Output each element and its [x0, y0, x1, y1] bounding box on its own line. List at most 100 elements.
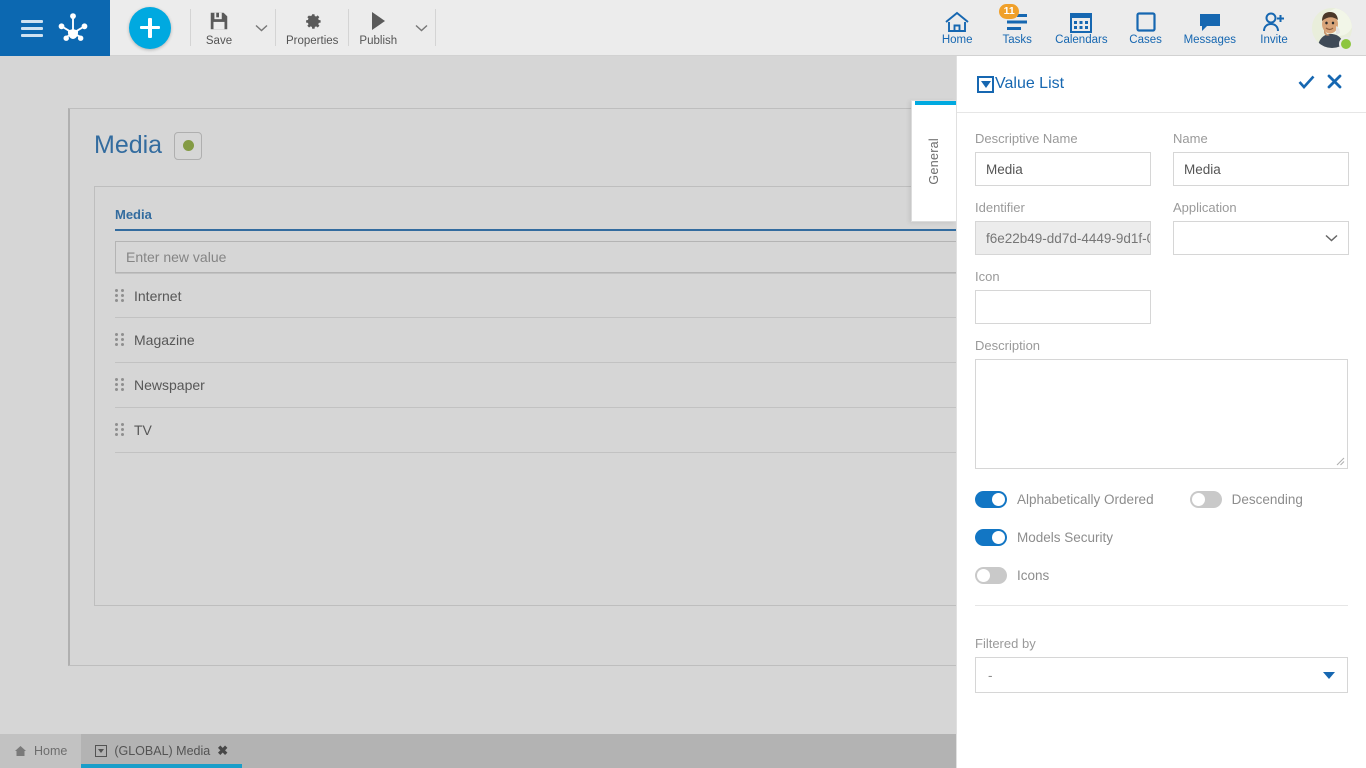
avatar[interactable] [1304, 0, 1360, 56]
taskbar-tab-media[interactable]: (GLOBAL) Media ✖ [81, 734, 243, 768]
publish-button[interactable]: Publish [349, 0, 407, 56]
alphabetically-ordered-label: Alphabetically Ordered [1017, 492, 1154, 507]
icon-input[interactable] [975, 290, 1151, 324]
toggle-alphabetically-ordered[interactable]: Alphabetically Ordered [975, 491, 1154, 508]
gear-icon [301, 9, 323, 33]
identifier-label: Identifier [975, 200, 1025, 215]
list-item-label: Newspaper [134, 377, 205, 393]
confirm-button[interactable] [1292, 70, 1321, 99]
play-triangle-icon [368, 9, 388, 33]
nav-label-cases: Cases [1129, 34, 1162, 46]
descending-switch[interactable] [1189, 491, 1222, 508]
alphabetically-ordered-switch[interactable] [975, 491, 1007, 508]
descriptive-name-group: Descriptive Name Media [975, 131, 1151, 186]
tab-general[interactable]: General [911, 100, 956, 222]
name-input[interactable]: Media [1173, 152, 1349, 186]
name-group: Name Media [1173, 131, 1349, 186]
house-icon [944, 9, 970, 33]
close-button[interactable] [1321, 70, 1348, 98]
models-security-switch[interactable] [975, 529, 1007, 546]
toggle-icons[interactable]: Icons [975, 567, 1049, 584]
taskbar-empty-area [242, 734, 956, 768]
save-button[interactable]: Save [191, 0, 247, 56]
toggle-row-1: Alphabetically Ordered Descending [975, 491, 1348, 508]
green-dot-chip[interactable] [174, 131, 203, 160]
nav-label-messages: Messages [1183, 34, 1236, 46]
toggle-row-3: Icons [975, 567, 1348, 584]
description-label: Description [975, 338, 1041, 353]
name-value: Media [1184, 161, 1221, 177]
nav-item-tasks[interactable]: 11 Tasks [987, 0, 1047, 56]
identifier-value: f6e22b49-dd7d-4449-9d1f-0 [986, 230, 1151, 246]
application-select[interactable] [1173, 221, 1349, 255]
hamburger-menu-icon[interactable] [20, 19, 43, 37]
save-label: Save [205, 34, 233, 47]
global-nav: Home 11 Tasks Calendars Cases Messages I… [927, 0, 1366, 55]
frog-footprint-logo[interactable] [56, 11, 90, 45]
nav-item-invite[interactable]: Invite [1244, 0, 1304, 56]
drag-handle-icon[interactable] [115, 378, 124, 392]
dropdown-triangle-icon [1323, 671, 1335, 679]
panel-divider [975, 605, 1348, 606]
icon-group: Icon [975, 269, 1348, 324]
tab-general-label: General [927, 137, 941, 185]
properties-button[interactable]: Properties [276, 0, 348, 56]
online-status-dot [1339, 37, 1353, 51]
calendar-icon [1069, 9, 1093, 33]
identifier-group: Identifier f6e22b49-dd7d-4449-9d1f-0 [975, 200, 1151, 255]
chevron-down-icon [1325, 234, 1338, 242]
description-textarea[interactable] [975, 359, 1348, 469]
taskbar-tab-media-label: (GLOBAL) Media [114, 744, 211, 758]
filtered-by-group: Filtered by - [975, 636, 1348, 693]
toggle-descending[interactable]: Descending [1189, 491, 1303, 508]
icons-switch[interactable] [975, 567, 1007, 584]
nav-label-invite: Invite [1260, 34, 1288, 46]
value-list-dropdown-icon [95, 745, 108, 757]
brand-area [0, 0, 110, 56]
panel-header: Value List [957, 56, 1366, 113]
drag-handle-icon[interactable] [115, 333, 124, 347]
square-outline-icon [1134, 9, 1158, 33]
icon-label: Icon [975, 269, 1000, 284]
nav-item-messages[interactable]: Messages [1176, 0, 1244, 56]
add-new-button[interactable] [129, 6, 171, 49]
new-value-placeholder: Enter new value [126, 249, 227, 265]
person-plus-icon [1261, 9, 1287, 33]
add-button-container [110, 0, 190, 55]
list-item-label: Internet [134, 287, 182, 304]
tasks-badge: 11 [999, 4, 1020, 19]
identifier-fields-row: Identifier f6e22b49-dd7d-4449-9d1f-0 App… [975, 200, 1349, 269]
name-label: Name [1173, 131, 1208, 146]
application-label: Application [1173, 200, 1237, 215]
nav-item-calendars[interactable]: Calendars [1047, 0, 1115, 56]
list-item-label: TV [134, 422, 152, 438]
list-item-label: Magazine [134, 332, 195, 348]
filtered-by-select[interactable]: - [975, 657, 1348, 693]
nav-item-home[interactable]: Home [927, 0, 987, 56]
descriptive-name-label: Descriptive Name [975, 131, 1078, 146]
save-dropdown-caret[interactable] [247, 0, 275, 56]
application-group: Application [1173, 200, 1349, 255]
taskbar-tab-home-label: Home [34, 744, 68, 758]
floppy-disk-icon [208, 9, 230, 33]
identifier-input: f6e22b49-dd7d-4449-9d1f-0 [975, 221, 1151, 255]
value-list-dropdown-icon [977, 75, 994, 93]
nav-item-cases[interactable]: Cases [1116, 0, 1176, 56]
properties-label: Properties [286, 34, 339, 47]
drag-handle-icon[interactable] [115, 423, 124, 437]
toggle-models-security[interactable]: Models Security [975, 529, 1113, 546]
descending-label: Descending [1231, 492, 1303, 507]
app-root: Save Properties Publish Home 11 Tasks Ca… [0, 0, 1366, 768]
nav-label-calendars: Calendars [1055, 34, 1108, 46]
taskbar-tab-home[interactable]: Home [0, 734, 81, 768]
panel-body: Descriptive Name Media Name Media Identi… [957, 113, 1366, 768]
models-security-label: Models Security [1017, 530, 1114, 545]
resize-grip-icon[interactable] [1333, 454, 1345, 466]
descriptive-name-input[interactable]: Media [975, 152, 1151, 186]
toggle-row-2: Models Security [975, 529, 1348, 546]
publish-dropdown-caret[interactable] [407, 0, 435, 56]
nav-label-home: Home [941, 34, 973, 46]
drag-handle-icon[interactable] [115, 288, 124, 303]
taskbar-tab-close-icon[interactable]: ✖ [217, 743, 228, 759]
